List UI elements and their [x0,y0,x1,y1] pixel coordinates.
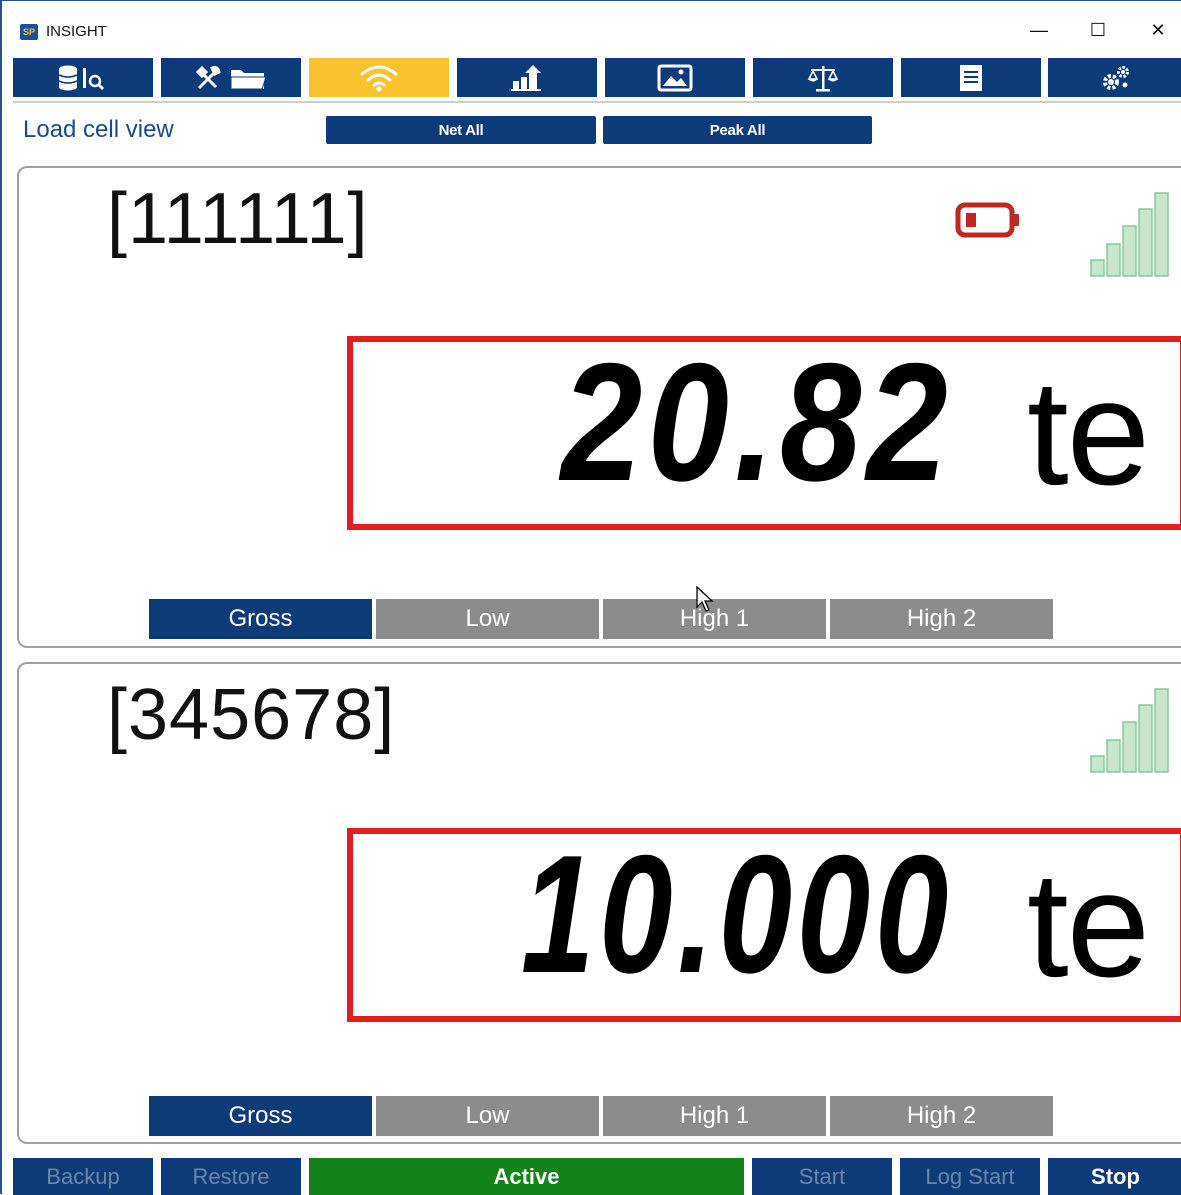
mode-gross-button[interactable]: Gross [149,599,372,639]
window-title: INSIGHT [46,23,107,40]
database-search-icon [58,65,105,90]
mode-low-button[interactable]: Low [376,599,599,639]
backup-button[interactable]: Backup [13,1158,153,1195]
peak-all-button[interactable]: Peak All [603,116,872,144]
net-all-button[interactable]: Net All [326,116,596,144]
toolbar-image-button[interactable] [605,58,745,97]
cell-id-label: [345678] [107,675,396,755]
maximize-button[interactable]: ☐ [1083,15,1113,45]
footer-bar: Backup Restore Active Start Log Start St… [13,1158,1181,1195]
toolbar-scale-button[interactable] [753,58,893,97]
main-toolbar [13,58,1181,97]
load-cell-panel-1: [111111] 20.82 te Gross Low High 1 High … [17,166,1181,648]
toolbar-tools-folder-button[interactable] [161,58,301,97]
weight-value: 20.82 [558,342,953,516]
weight-value: 10.000 [521,834,953,1008]
app-logo-icon: SP [20,24,38,40]
log-start-button[interactable]: Log Start [900,1158,1040,1195]
mode-high1-button[interactable]: High 1 [603,1096,826,1136]
cell-id-label: [111111] [107,179,369,259]
toolbar-document-button[interactable] [901,58,1041,97]
toolbar-wifi-button[interactable] [309,58,449,97]
app-logo-text: SP [22,27,35,37]
mode-selector: Gross Low High 1 High 2 [149,1096,1055,1136]
mode-high1-button[interactable]: High 1 [603,599,826,639]
weight-unit: te [1027,348,1150,516]
toolbar-divider [13,101,1181,103]
toolbar-export-button[interactable] [457,58,597,97]
battery-low-icon [955,202,1019,238]
signal-strength-icon [1090,688,1169,773]
restore-button[interactable]: Restore [161,1158,301,1195]
title-bar: SP INSIGHT — ☐ ✕ [2,1,1181,41]
tools-folder-icon [195,65,267,89]
app-window: SP INSIGHT — ☐ ✕ Load cell view Net All … [0,0,1181,1195]
stop-button[interactable]: Stop [1048,1158,1181,1195]
export-chart-icon [511,64,541,91]
document-icon [960,64,982,91]
mode-selector: Gross Low High 1 High 2 [149,599,1055,639]
mode-gross-button[interactable]: Gross [149,1096,372,1136]
start-button[interactable]: Start [752,1158,892,1195]
toolbar-settings-button[interactable] [1048,58,1181,97]
weight-unit: te [1027,840,1150,1008]
scale-icon [807,65,839,91]
mode-high2-button[interactable]: High 2 [830,1096,1053,1136]
toolbar-database-search-button[interactable] [13,58,153,97]
load-cell-panel-2: [345678] 10.000 te Gross Low High 1 High… [17,662,1181,1144]
page-title: Load cell view [23,116,174,143]
settings-gears-icon [1102,65,1129,90]
signal-strength-icon [1090,192,1169,277]
status-badge: Active [309,1158,744,1195]
mouse-cursor-icon [696,586,714,612]
image-icon [657,64,693,91]
wifi-icon [360,65,398,91]
close-button[interactable]: ✕ [1143,15,1173,45]
mode-high2-button[interactable]: High 2 [830,599,1053,639]
mode-low-button[interactable]: Low [376,1096,599,1136]
minimize-button[interactable]: — [1024,15,1054,45]
